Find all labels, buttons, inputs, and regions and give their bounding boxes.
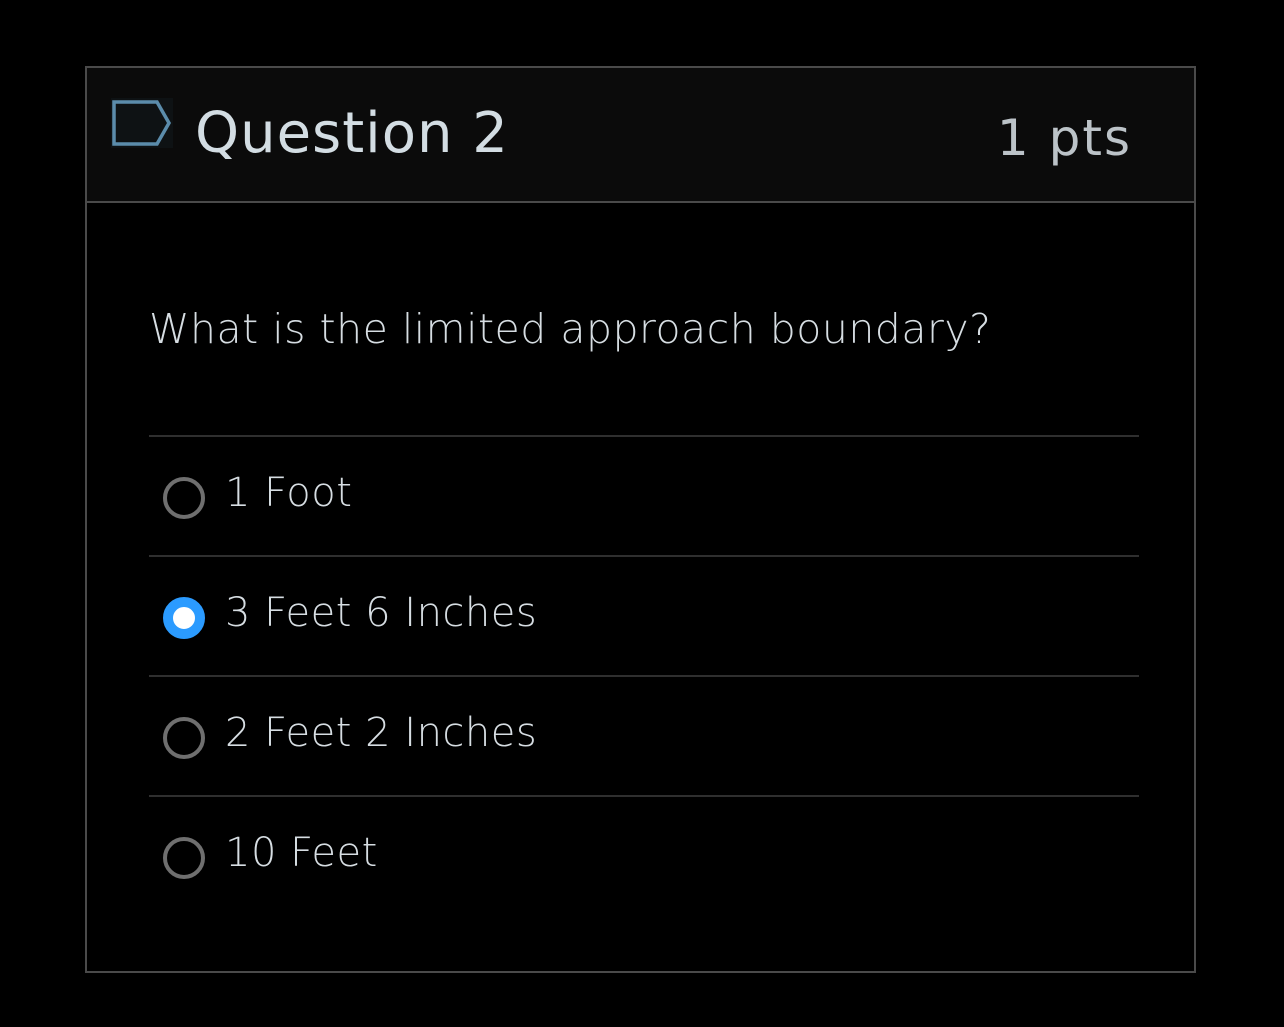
question-points: 1 pts — [996, 109, 1132, 167]
question-title: Question 2 — [195, 101, 509, 166]
radio-button[interactable] — [163, 837, 205, 879]
answer-option[interactable]: 10 Feet — [149, 795, 1139, 915]
answer-list: 1 Foot 3 Feet 6 Inches 2 Feet 2 Inches 1… — [149, 435, 1139, 915]
radio-button-selected[interactable] — [163, 597, 205, 639]
answer-label: 3 Feet 6 Inches — [225, 590, 538, 636]
radio-button[interactable] — [163, 717, 205, 759]
answer-label: 1 Foot — [225, 470, 353, 516]
answer-option[interactable]: 3 Feet 6 Inches — [149, 555, 1139, 675]
question-header: Question 2 1 pts — [87, 68, 1194, 203]
flag-icon[interactable] — [111, 98, 173, 148]
answer-label: 2 Feet 2 Inches — [225, 710, 538, 756]
answer-label: 10 Feet — [225, 830, 378, 876]
question-text: What is the limited approach boundary? — [149, 305, 992, 353]
question-card: Question 2 1 pts What is the limited app… — [85, 66, 1196, 973]
answer-option[interactable]: 1 Foot — [149, 435, 1139, 555]
radio-button[interactable] — [163, 477, 205, 519]
answer-option[interactable]: 2 Feet 2 Inches — [149, 675, 1139, 795]
